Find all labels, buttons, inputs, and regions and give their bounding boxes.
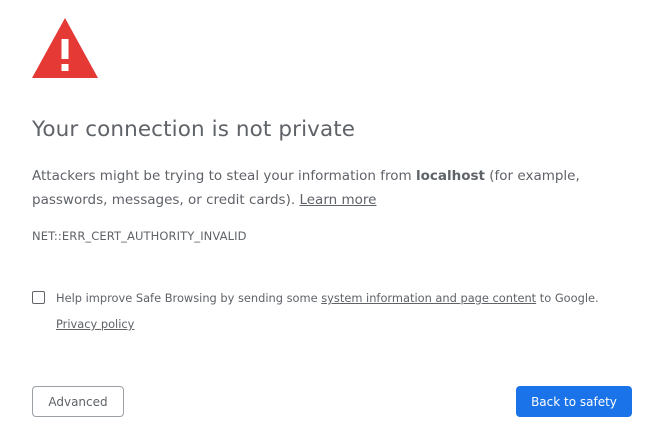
error-code: NET::ERR_CERT_AUTHORITY_INVALID <box>32 229 247 243</box>
system-info-link[interactable]: system information and page content <box>321 291 536 305</box>
optin-text-prefix: Help improve Safe Browsing by sending so… <box>56 291 322 305</box>
warning-triangle-icon <box>32 18 98 78</box>
back-to-safety-button[interactable]: Back to safety <box>516 386 632 417</box>
optin-text-suffix: to Google. <box>536 291 599 305</box>
explanation-paragraph: Attackers might be trying to steal your … <box>32 164 632 212</box>
explanation-prefix: Attackers might be trying to steal your … <box>32 168 416 184</box>
safe-browsing-checkbox[interactable] <box>32 291 45 304</box>
safe-browsing-label: Help improve Safe Browsing by sending so… <box>56 285 646 337</box>
advanced-button[interactable]: Advanced <box>32 386 124 417</box>
host-name: localhost <box>415 168 485 184</box>
page-title: Your connection is not private <box>32 117 356 142</box>
privacy-policy-link[interactable]: Privacy policy <box>56 317 134 331</box>
learn-more-link[interactable]: Learn more <box>299 192 376 208</box>
